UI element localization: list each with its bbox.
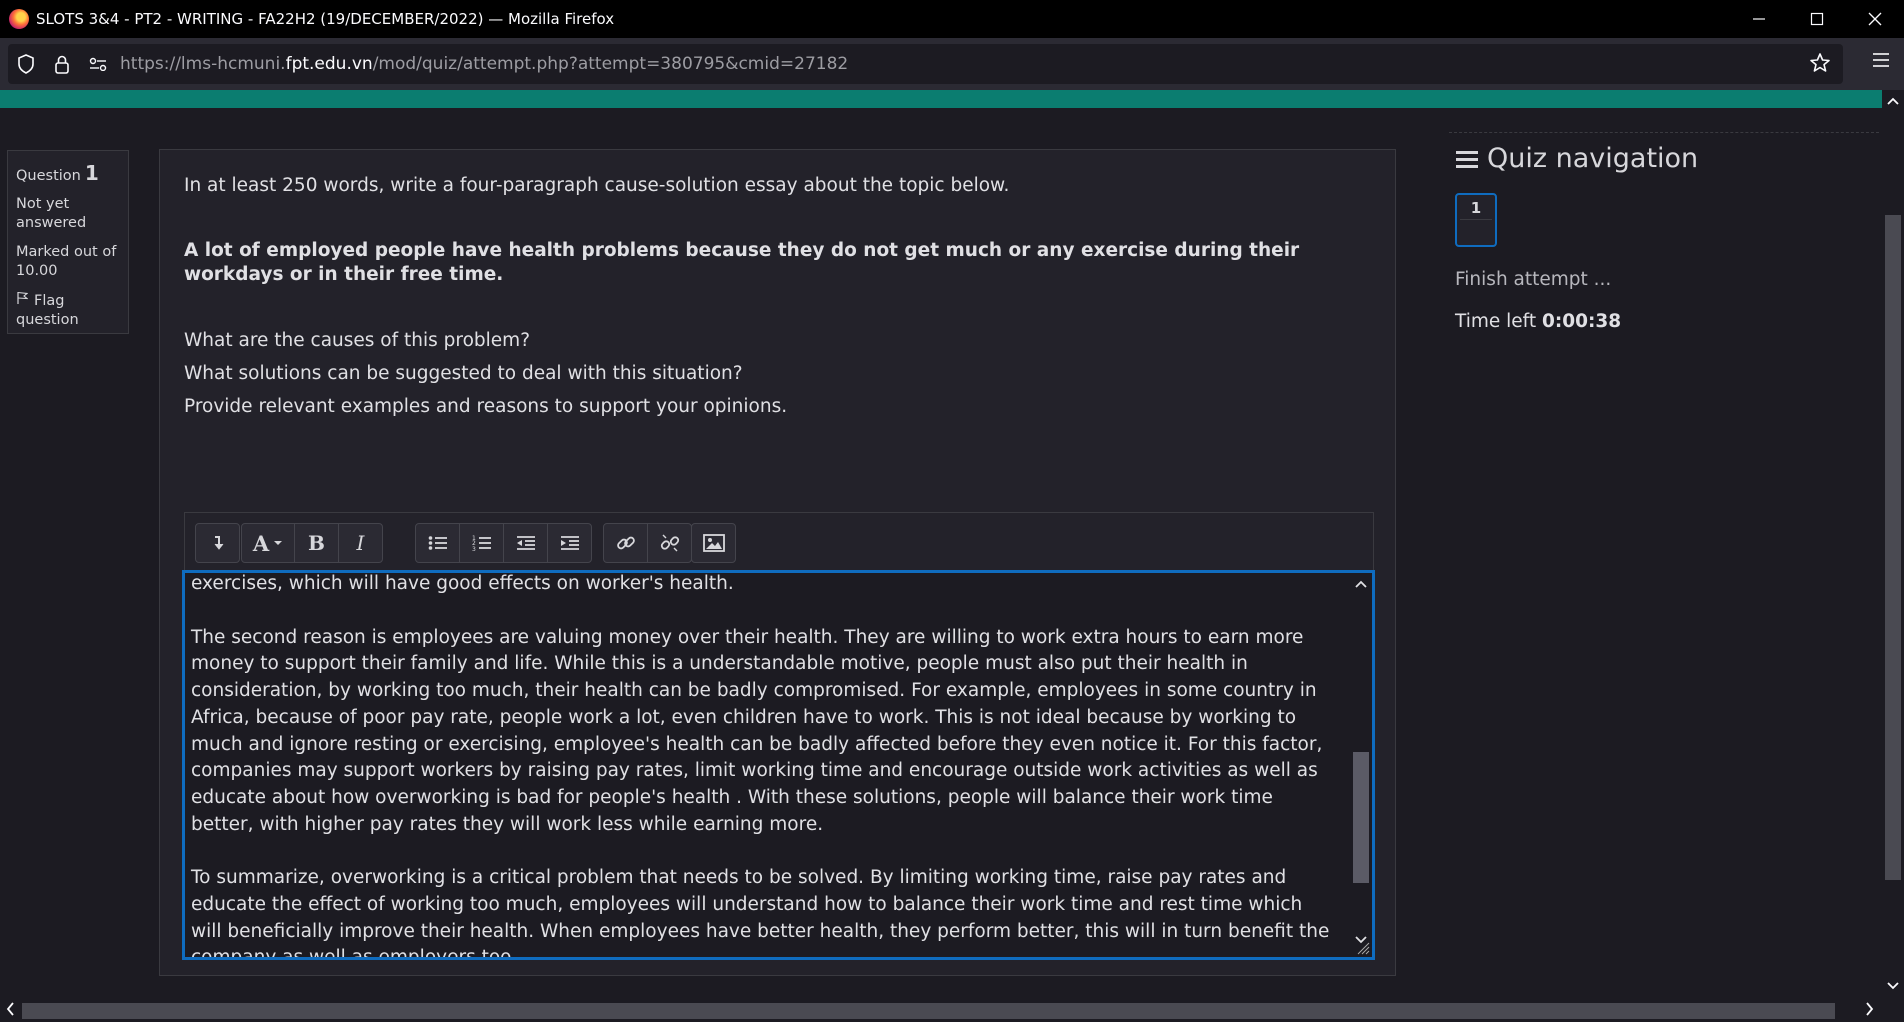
question-topic: A lot of employed people have health pro… — [184, 240, 1300, 285]
outdent-icon[interactable] — [503, 524, 547, 562]
flag-question-link[interactable]: Flag question — [16, 291, 120, 330]
quiz-nav-question-button[interactable]: 1 — [1455, 193, 1497, 247]
question-prompt-causes: What are the causes of this problem? — [184, 330, 531, 351]
italic-icon[interactable]: I — [338, 524, 382, 562]
url-path: /mod/quiz/attempt.php?attempt=380795&cmi… — [372, 54, 849, 74]
editor-toolbar: A B I 123 — [184, 512, 1374, 572]
font-color-icon[interactable]: A — [242, 524, 294, 562]
question-number-value: 1 — [84, 161, 99, 185]
question-text: In at least 250 words, write a four-para… — [184, 174, 1364, 419]
page-content: Question 1 Not yet answered Marked out of… — [0, 108, 1882, 1000]
question-grade: Marked out of 10.00 — [16, 244, 117, 279]
address-bar[interactable]: https://lms-hcmuni.fpt.edu.vn/mod/quiz/a… — [8, 44, 1843, 84]
page-horizontal-scroll-thumb[interactable] — [22, 1003, 1835, 1019]
window-title: SLOTS 3&4 - PT2 - WRITING - FA22H2 (19/D… — [36, 10, 615, 28]
firefox-logo-icon — [9, 9, 29, 29]
indent-icon[interactable] — [547, 524, 591, 562]
quiz-nav-question-number: 1 — [1470, 199, 1482, 217]
toolbar-group-links — [603, 523, 692, 563]
page-scroll-right-icon[interactable] — [1866, 1002, 1874, 1020]
question-prompt-solutions: What solutions can be suggested to deal … — [184, 363, 743, 384]
image-icon[interactable] — [692, 524, 735, 562]
question-state: Not yet answered — [16, 196, 87, 231]
svg-text:3: 3 — [472, 546, 476, 552]
toolbar-group-format: A B I — [241, 523, 383, 563]
flag-icon — [17, 291, 29, 304]
window-titlebar: SLOTS 3&4 - PT2 - WRITING - FA22H2 (19/D… — [0, 0, 1904, 38]
question-info: Question 1 Not yet answered Marked out of… — [7, 150, 129, 334]
close-button[interactable] — [1846, 0, 1904, 38]
bookmark-star-icon[interactable] — [1809, 52, 1831, 78]
url-domain: fpt.edu.vn — [285, 54, 373, 74]
question-content: In at least 250 words, write a four-para… — [159, 149, 1396, 976]
app-menu-icon[interactable] — [1872, 52, 1890, 72]
essay-paragraph-3: To summarize, overworking is a critical … — [191, 867, 1330, 960]
quiz-navigation: Quiz navigation 1 Finish attempt ... Tim… — [1449, 132, 1879, 332]
editor-scrollbar[interactable] — [1352, 573, 1372, 957]
maximize-icon — [1810, 12, 1824, 26]
question-label: Question — [16, 168, 81, 184]
toolbar-group-media — [691, 523, 736, 563]
resize-grip-icon[interactable] — [1356, 941, 1370, 955]
link-icon[interactable] — [604, 524, 647, 562]
time-left-label: Time left — [1455, 311, 1537, 332]
lock-icon[interactable] — [44, 44, 80, 84]
site-header-strip — [0, 90, 1882, 108]
collapse-icon[interactable] — [196, 524, 239, 562]
bold-icon[interactable]: B — [294, 524, 338, 562]
question-instruction: In at least 250 words, write a four-para… — [184, 175, 1010, 196]
url-prefix: https://lms-hcmuni. — [120, 54, 286, 74]
quiz-navigation-title-text: Quiz navigation — [1487, 143, 1699, 174]
close-icon — [1868, 12, 1882, 26]
browser-toolbar: https://lms-hcmuni.fpt.edu.vn/mod/quiz/a… — [0, 38, 1904, 90]
quiz-navigation-title: Quiz navigation — [1455, 143, 1698, 174]
page-vertical-scrollbar[interactable] — [1882, 90, 1904, 1000]
page-horizontal-scrollbar[interactable] — [0, 1000, 1904, 1022]
minimize-button[interactable] — [1730, 0, 1788, 38]
page-scroll-down-icon[interactable] — [1886, 979, 1900, 994]
toolbar-group-lists: 123 — [415, 523, 592, 563]
url-text[interactable]: https://lms-hcmuni.fpt.edu.vn/mod/quiz/a… — [120, 54, 848, 74]
minimize-icon — [1753, 18, 1765, 20]
essay-paragraph-2: The second reason is employees are valui… — [191, 626, 1323, 835]
editor-scroll-thumb[interactable] — [1353, 752, 1369, 883]
page-scroll-up-icon[interactable] — [1886, 94, 1900, 109]
toolbar-group-collapse — [195, 523, 240, 563]
maximize-button[interactable] — [1788, 0, 1846, 38]
essay-editor[interactable]: exercises, which will have good effects … — [182, 570, 1375, 960]
essay-text[interactable]: exercises, which will have good effects … — [191, 573, 1336, 960]
time-left: Time left 0:00:38 — [1455, 311, 1621, 332]
scroll-up-icon[interactable] — [1354, 577, 1368, 591]
unlink-icon[interactable] — [647, 524, 691, 562]
tracking-protection-icon[interactable] — [8, 44, 44, 84]
bullet-list-icon[interactable] — [416, 524, 459, 562]
question-prompt-examples: Provide relevant examples and reasons to… — [184, 396, 788, 417]
menu-icon — [1456, 150, 1478, 168]
finish-attempt-link[interactable]: Finish attempt ... — [1455, 269, 1611, 290]
numbered-list-icon[interactable]: 123 — [459, 524, 503, 562]
page-scroll-left-icon[interactable] — [6, 1002, 14, 1020]
page-vertical-scroll-thumb[interactable] — [1885, 215, 1901, 880]
question-number: Question 1 — [16, 161, 120, 185]
permissions-icon[interactable] — [80, 44, 116, 84]
essay-paragraph-1-tail: exercises, which will have good effects … — [191, 573, 734, 594]
time-left-value: 0:00:38 — [1542, 311, 1622, 332]
